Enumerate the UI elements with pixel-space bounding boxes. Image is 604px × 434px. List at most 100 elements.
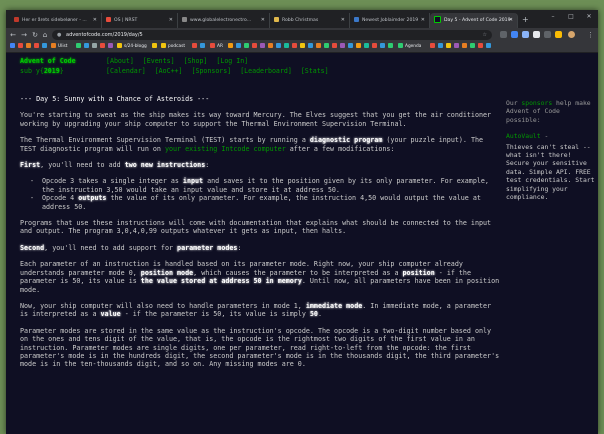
minimize-button[interactable]: – xyxy=(544,10,562,24)
tab-favicon-icon xyxy=(274,17,279,22)
bookmark-icon[interactable] xyxy=(276,42,283,52)
bookmark-icon[interactable] xyxy=(380,42,387,52)
bookmark-icon[interactable] xyxy=(18,42,25,52)
bookmark-icon[interactable] xyxy=(438,42,445,52)
bookmark-icon[interactable] xyxy=(244,42,251,52)
bookmark-icon[interactable] xyxy=(192,42,199,52)
bookmark-icon[interactable] xyxy=(26,42,33,52)
bookmark-icon[interactable] xyxy=(388,42,395,52)
bookmark-icon[interactable] xyxy=(284,42,291,52)
extension-icon[interactable] xyxy=(555,31,562,38)
puzzle-article: --- Day 5: Sunny with a Chance of Astero… xyxy=(20,89,500,377)
bookmark-icon[interactable] xyxy=(316,42,323,52)
reload-icon[interactable]: ↻ xyxy=(30,29,40,41)
extension-icon[interactable] xyxy=(500,31,507,38)
bookmark-ar[interactable]: AR xyxy=(210,42,223,52)
bookmark-icon[interactable] xyxy=(356,42,363,52)
bookmark-icon[interactable] xyxy=(454,42,461,52)
bookmark-icon[interactable] xyxy=(92,42,99,52)
bookmark-icon[interactable] xyxy=(470,42,477,52)
bookmark-icon[interactable] xyxy=(372,42,379,52)
list-item: Opcode 3 takes a single integer as input… xyxy=(30,177,500,194)
tab-active-day5[interactable]: Day 5 - Advent of Code 2019 ✕ xyxy=(430,13,518,28)
address-bar[interactable]: ● adventofcode.com/2019/day/5 ☆ xyxy=(52,30,492,40)
site-title-link[interactable]: Advent of Code xyxy=(20,57,76,65)
close-tab-icon[interactable]: ✕ xyxy=(509,13,513,28)
close-tab-icon[interactable]: ✕ xyxy=(93,13,97,28)
bookmark-icon[interactable] xyxy=(478,42,485,52)
apps-icon[interactable] xyxy=(10,42,17,52)
bookmark-icon[interactable] xyxy=(84,42,91,52)
intcode-link[interactable]: your existing Intcode computer xyxy=(165,145,286,153)
bookmark-icon[interactable] xyxy=(76,42,83,52)
nav-calendar-link[interactable]: [Calendar] xyxy=(106,67,146,75)
forward-arrow-icon[interactable]: → xyxy=(19,29,29,41)
close-tab-icon[interactable]: ✕ xyxy=(341,13,345,28)
sponsors-link[interactable]: sponsors xyxy=(521,99,552,107)
extension-icon[interactable] xyxy=(511,31,518,38)
close-tab-icon[interactable]: ✕ xyxy=(169,13,173,28)
bookmark-icon[interactable] xyxy=(100,42,107,52)
home-icon[interactable]: ⌂ xyxy=(40,29,50,41)
site-year[interactable]: sub y{2019} xyxy=(20,67,64,75)
bookmark-ulist[interactable]: Ulist xyxy=(51,42,67,52)
close-tab-icon[interactable]: ✕ xyxy=(421,13,425,28)
bookmark-agenda[interactable]: Agenda xyxy=(398,42,421,52)
bookmark-icon[interactable] xyxy=(228,42,235,52)
new-tab-button[interactable]: + xyxy=(522,13,529,27)
tab-4[interactable]: Robb Christmas ✕ xyxy=(270,13,350,28)
back-arrow-icon[interactable]: ← xyxy=(8,29,18,41)
nav-stats-link[interactable]: [Stats] xyxy=(301,67,329,75)
bookmark-icon[interactable] xyxy=(200,42,207,52)
bookmark-icon[interactable] xyxy=(364,42,371,52)
bookmark-blogg[interactable]: s/24-blogg xyxy=(117,42,147,52)
bookmark-icon[interactable] xyxy=(268,42,275,52)
tab-2[interactable]: OS | NRST ✕ xyxy=(102,13,178,28)
nav-sponsors-link[interactable]: [Sponsors] xyxy=(192,67,232,75)
bookmark-icon[interactable] xyxy=(292,42,299,52)
bookmark-icon[interactable] xyxy=(300,42,307,52)
bookmark-icon[interactable] xyxy=(462,42,469,52)
paragraph: You're starting to sweat as the ship mak… xyxy=(20,111,492,128)
extension-icon[interactable] xyxy=(522,31,529,38)
bookmark-star-icon[interactable]: ☆ xyxy=(483,30,487,40)
bookmark-icon[interactable] xyxy=(252,42,259,52)
bookmark-icon[interactable] xyxy=(446,42,453,52)
bookmark-podcast[interactable]: podcast xyxy=(161,42,185,52)
bookmark-icon[interactable] xyxy=(348,42,355,52)
extension-icon[interactable] xyxy=(533,31,540,38)
bookmark-icon[interactable] xyxy=(260,42,267,52)
bookmark-icon[interactable] xyxy=(332,42,339,52)
nav-events-link[interactable]: [Events] xyxy=(143,57,175,65)
avatar[interactable] xyxy=(568,31,575,38)
bookmark-icon[interactable] xyxy=(430,42,437,52)
bookmark-icon[interactable] xyxy=(108,42,115,52)
nav-leaderboard-link[interactable]: [Leaderboard] xyxy=(240,67,292,75)
bookmark-icon[interactable] xyxy=(340,42,347,52)
bookmark-icon[interactable] xyxy=(486,42,493,52)
paragraph: Programs that use these instructions wil… xyxy=(20,219,492,236)
tab-1[interactable]: Her er årets sidebeløner - ... ✕ xyxy=(10,13,102,28)
bookmark-icon[interactable] xyxy=(308,42,315,52)
nav-login-link[interactable]: [Log In] xyxy=(216,57,248,65)
close-tab-icon[interactable]: ✕ xyxy=(261,13,265,28)
nav-shop-link[interactable]: [Shop] xyxy=(184,57,208,65)
tab-5[interactable]: Newest Joblaimder 2019 ✕ xyxy=(350,13,430,28)
menu-dots-icon[interactable]: ⋮ xyxy=(587,29,594,41)
bookmark-icon[interactable] xyxy=(34,42,41,52)
page-content: Advent of Code sub y{2019} [About] [Event… xyxy=(6,53,598,434)
nav-aocpp-link[interactable]: [AoC++] xyxy=(155,67,183,75)
sponsor-sidebar: Our sponsors help make Advent of Code po… xyxy=(506,99,596,201)
maximize-button[interactable]: □ xyxy=(562,10,580,24)
bookmark-icon[interactable] xyxy=(42,42,49,52)
nav-about-link[interactable]: [About] xyxy=(106,57,134,65)
extension-icon[interactable] xyxy=(544,31,551,38)
paragraph: Each parameter of an instruction is hand… xyxy=(20,260,500,294)
bookmark-icon[interactable] xyxy=(324,42,331,52)
sponsor-link[interactable]: AutoVault xyxy=(506,132,541,140)
close-window-button[interactable]: ✕ xyxy=(580,10,598,24)
bookmark-icon[interactable] xyxy=(152,42,159,52)
tab-3[interactable]: www.globalelectronectro... ✕ xyxy=(178,13,270,28)
bookmark-icon[interactable] xyxy=(236,42,243,52)
tab-favicon-icon xyxy=(434,16,441,23)
